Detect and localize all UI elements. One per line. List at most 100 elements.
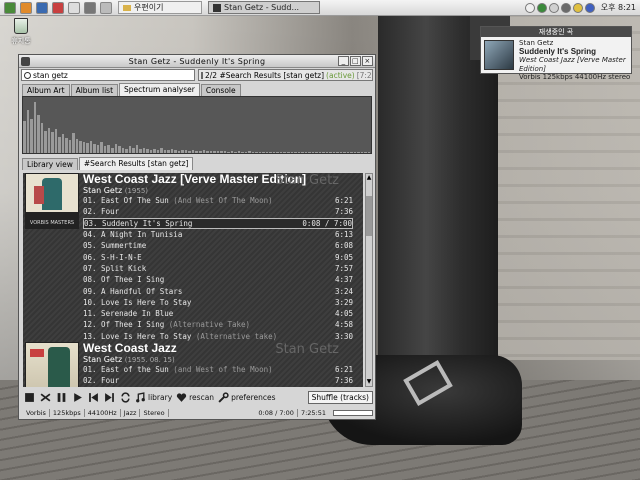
preferences-button[interactable]: preferences <box>218 391 276 403</box>
library-button[interactable]: library <box>135 391 172 403</box>
spectrum-bar <box>33 102 37 153</box>
task-label: Stan Getz - Sudd... <box>224 3 300 12</box>
track-title: 08. Of Thee I Sing <box>83 275 165 285</box>
now-playing-notification[interactable]: 재생중인 곡 Stan Getz Suddenly It's Spring We… <box>480 26 632 81</box>
track-row[interactable]: 01. East of the Sun (and West of the Moo… <box>83 364 353 375</box>
track-length: 6:13 <box>334 230 353 240</box>
repeat-button[interactable] <box>119 391 131 403</box>
track-title: 04. A Night In Tunisia <box>83 230 183 240</box>
volume-slider[interactable] <box>333 410 373 416</box>
spectrum-bar <box>188 150 191 153</box>
settings-icon[interactable] <box>100 1 112 14</box>
notification-header: 재생중인 곡 <box>481 27 631 37</box>
shuffle-button[interactable] <box>39 391 51 403</box>
search-value: stan getz <box>33 70 68 80</box>
track-row[interactable]: 03. Suddenly It's Spring7:00 <box>83 386 353 387</box>
spectrum-bar <box>163 150 167 153</box>
previous-button[interactable] <box>87 391 99 403</box>
tab-search-results[interactable]: #Search Results [stan getz] <box>78 157 194 170</box>
browser-icon[interactable] <box>20 1 32 14</box>
scroll-down-icon[interactable]: ▼ <box>366 378 372 386</box>
tray-volume-icon[interactable] <box>548 2 559 13</box>
track-title: 03. Suddenly It's Spring <box>84 218 193 228</box>
tab-album-list[interactable]: Album list <box>70 84 119 96</box>
tray-update-icon[interactable] <box>572 2 583 13</box>
window-menu-icon[interactable] <box>21 57 30 66</box>
track-row[interactable]: 11. Serenade In Blue 4:05 <box>83 308 353 319</box>
watermark: Stan Getz <box>275 173 339 188</box>
stop-button[interactable] <box>23 391 35 403</box>
tray-bluetooth-icon[interactable] <box>584 2 595 13</box>
close-button[interactable]: × <box>362 56 373 66</box>
track-length: 0:08 / 7:00 <box>302 218 352 228</box>
spectrum-bar <box>213 151 216 153</box>
next-button[interactable] <box>103 391 115 403</box>
clock[interactable]: 오후 8:21 <box>601 2 636 13</box>
spectrum-bar <box>248 151 251 153</box>
track-row[interactable]: 01. East Of The Sun (And West Of The Moo… <box>83 195 353 206</box>
window-titlebar[interactable]: Stan Getz - Suddenly It's Spring _ □ × <box>19 55 375 68</box>
tray-network-icon[interactable] <box>536 2 547 13</box>
track-row[interactable]: 04. A Night In Tunisia 6:13 <box>83 229 353 240</box>
track-title-cell: 11. Serenade In Blue <box>83 309 297 318</box>
spectrum-bar <box>58 136 61 153</box>
rescan-label: rescan <box>189 392 215 402</box>
pause-button[interactable] <box>55 391 67 403</box>
track-subtitle: (and West of the Moon) <box>168 365 273 374</box>
track-row[interactable]: 10. Love Is Here To Stay 3:29 <box>83 297 353 308</box>
play-button[interactable] <box>71 391 83 403</box>
maximize-button[interactable]: □ <box>350 56 361 66</box>
spectrum-bar <box>315 151 318 153</box>
spectrum-bar <box>40 123 44 153</box>
track-row[interactable]: 12. Of Thee I Sing (Alternative Take) 4:5… <box>83 319 353 330</box>
track-row[interactable]: 05. Summertime 6:08 <box>83 240 353 251</box>
playback-order-select[interactable]: Shuffle (tracks) <box>307 390 373 404</box>
playlist-view[interactable]: VORBIS MASTERS West Coast Jazz [Verve Mas… <box>23 173 363 387</box>
scroll-thumb[interactable] <box>366 196 372 236</box>
track-row[interactable]: 09. A Handful Of Stars 3:24 <box>83 285 353 296</box>
track-length: 4:05 <box>334 309 353 319</box>
track-length: 7:57 <box>334 263 353 273</box>
media-icon[interactable] <box>52 1 64 14</box>
rescan-button[interactable]: rescan <box>176 392 214 403</box>
spectrum-bar <box>195 151 198 153</box>
tab-spectrum-analyser[interactable]: Spectrum analyser <box>119 83 200 96</box>
spectrum-bar <box>322 151 325 153</box>
spectrum-bar <box>216 150 220 153</box>
tray-korean-icon[interactable] <box>524 2 535 13</box>
files-icon[interactable] <box>68 1 80 14</box>
track-row[interactable]: 07. Split Kick 7:57 <box>83 263 353 274</box>
folder-icon <box>123 4 131 11</box>
tab-console[interactable]: Console <box>200 84 241 96</box>
playlist-selector[interactable]: 2/2 #Search Results [stan getz] (active)… <box>198 69 373 81</box>
minimize-button[interactable]: _ <box>338 56 349 66</box>
track-title-cell: 01. East Of The Sun (And West Of The Moo… <box>83 196 297 205</box>
track-row[interactable]: 02. Four 7:36 <box>83 206 353 217</box>
app-menu-icon[interactable] <box>4 1 16 14</box>
track-row[interactable]: 06. S-H-I-N-E 9:05 <box>83 251 353 262</box>
track-row-playing[interactable]: 03. Suddenly It's Spring 0:08 / 7:00 <box>83 217 353 229</box>
terminal-icon[interactable] <box>84 1 96 14</box>
task-player[interactable]: Stan Getz - Sudd... <box>208 1 320 14</box>
tab-album-art[interactable]: Album Art <box>22 84 70 96</box>
tray-player-icon[interactable] <box>560 2 571 13</box>
playlist-scrollbar[interactable]: ▲ ▼ <box>365 173 373 387</box>
notification-text: Stan Getz Suddenly It's Spring West Coas… <box>519 39 631 82</box>
spectrum-bar <box>135 145 139 153</box>
scroll-up-icon[interactable]: ▲ <box>366 174 372 182</box>
task-folder[interactable]: 우편이기 <box>118 1 202 14</box>
spectrum-bar <box>72 133 75 153</box>
playlist-name: 2/2 #Search Results [stan getz] <box>205 70 325 80</box>
trash-desktop-item[interactable]: 휴지통 <box>8 18 34 46</box>
spectrum-bar <box>30 118 33 153</box>
tab-library-view[interactable]: Library view <box>22 158 78 170</box>
search-input[interactable]: stan getz <box>21 69 195 81</box>
mail-icon[interactable] <box>36 1 48 14</box>
spectrum-bar <box>65 137 68 153</box>
status-channels: Stereo <box>140 409 169 417</box>
spectrum-bar <box>114 144 118 153</box>
album-artist: Stan Getz <box>83 186 123 195</box>
track-row[interactable]: 08. Of Thee I Sing 4:37 <box>83 274 353 285</box>
status-codec: Vorbis <box>23 409 50 417</box>
track-row[interactable]: 02. Four 7:36 <box>83 375 353 386</box>
